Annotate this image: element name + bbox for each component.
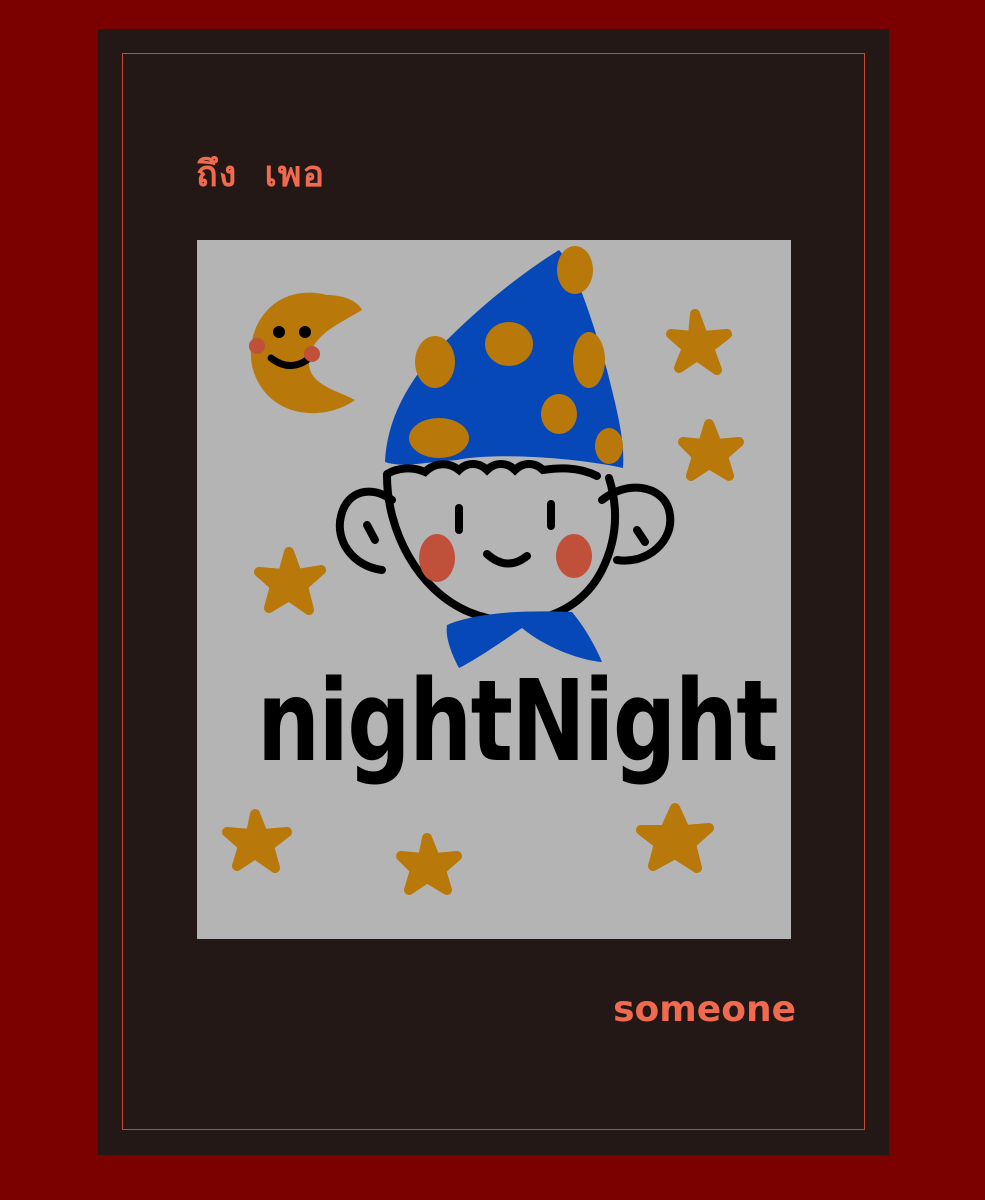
to-name: เพอ [264, 154, 326, 195]
to-heading: ถึง เพอ [196, 145, 325, 202]
from-signature: someone [613, 989, 796, 1030]
illustration-svg: nightNight [222, 246, 779, 895]
to-label: ถึง [196, 154, 238, 195]
greeting-card: ถึง เพอ nightNight someone [98, 29, 889, 1155]
wizard-hat-icon [385, 246, 624, 468]
crescent-moon-icon [249, 292, 362, 414]
card-illustration: nightNight [197, 240, 791, 939]
face-icon [335, 460, 675, 626]
handwritten-greeting: nightNight [257, 657, 777, 787]
